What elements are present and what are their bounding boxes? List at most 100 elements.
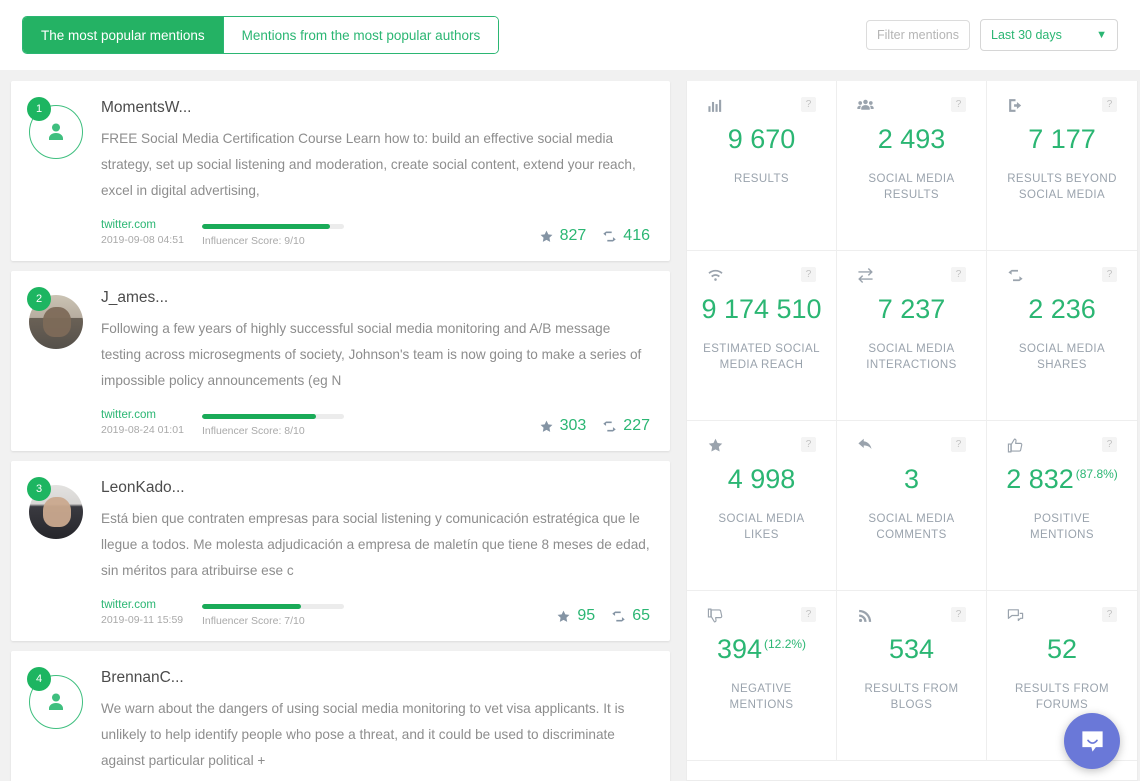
mentions-list: 1 MomentsW... FREE Social Media Certificat… (11, 81, 670, 781)
help-tooltip-button[interactable]: ? (801, 267, 816, 282)
metric-tile: ? 4 998 SOCIAL MEDIA LIKES (687, 421, 837, 591)
rank-badge: 2 (27, 287, 51, 311)
top-toolbar: The most popular mentions Mentions from … (0, 0, 1140, 70)
influencer-score-label: Influencer Score: 8/10 (202, 425, 305, 437)
mention-author[interactable]: J_ames... (101, 289, 650, 307)
retweet-icon (603, 231, 617, 241)
influencer-score-label: Influencer Score: 9/10 (202, 235, 305, 247)
help-tooltip-button[interactable]: ? (951, 97, 966, 112)
mention-snippet: Está bien que contraten empresas para so… (101, 511, 650, 578)
source-domain-link[interactable]: twitter.com (101, 598, 193, 613)
metric-value: 4 998 (727, 464, 796, 494)
exchange-icon (857, 267, 874, 289)
mention-author[interactable]: BrennanC... (101, 669, 650, 687)
engagement-stats: 303 227 (539, 417, 650, 437)
source-domain-link[interactable]: twitter.com (101, 218, 193, 233)
help-tooltip-button[interactable]: ? (801, 437, 816, 452)
mention-date: 2019-09-11 15:59 (101, 614, 184, 626)
star-icon (540, 420, 553, 432)
help-tooltip-button[interactable]: ? (1102, 437, 1117, 452)
retweet-icon (1007, 267, 1024, 289)
date-range-select[interactable]: Last 30 days ▼ (980, 19, 1118, 51)
metric-label: RESULTS (734, 173, 789, 185)
rank-badge: 1 (27, 97, 51, 121)
influencer-score-label: Influencer Score: 7/10 (202, 615, 305, 627)
metric-label: RESULTS FROM BLOGS (864, 683, 959, 711)
mention-snippet: Following a few years of highly successf… (101, 321, 642, 388)
filter-mentions-input[interactable]: Filter mentions (866, 20, 970, 50)
mention-source: twitter.com 2019-09-11 15:59 (101, 598, 193, 627)
metric-tile: ? 7 177 RESULTS BEYOND SOCIAL MEDIA (987, 81, 1137, 251)
metric-label: SOCIAL MEDIA COMMENTS (868, 513, 955, 541)
help-tooltip-button[interactable]: ? (951, 437, 966, 452)
mention-card[interactable]: 2 J_ames... Following a few years of highl… (11, 271, 670, 451)
metric-value: 3 (903, 464, 920, 494)
help-tooltip-button[interactable]: ? (1102, 607, 1117, 622)
metric-label: POSITIVE MENTIONS (1030, 513, 1094, 541)
likes-count: 95 (577, 607, 596, 624)
mention-snippet: FREE Social Media Certification Course L… (101, 131, 636, 198)
group-icon (857, 97, 874, 119)
metric-percent: (12.2%) (764, 637, 807, 651)
influencer-score-bar (202, 224, 344, 229)
metric-value: 2 493 (877, 124, 946, 154)
likes-stat: 827 (539, 227, 586, 245)
mention-snippet: We warn about the dangers of using socia… (101, 701, 625, 768)
metric-tile: ? 534 RESULTS FROM BLOGS (837, 591, 987, 761)
avatar-wrap: 3 (27, 477, 85, 627)
mention-source: twitter.com 2019-08-24 01:01 (101, 408, 193, 437)
mention-body: MomentsW... FREE Social Media Certificati… (101, 99, 650, 247)
mention-author[interactable]: LeonKado... (101, 479, 650, 497)
influencer-score-bar (202, 414, 344, 419)
shares-count: 65 (632, 607, 650, 624)
source-domain-link[interactable]: twitter.com (101, 408, 193, 423)
metric-value: 52 (1046, 634, 1078, 664)
mention-card[interactable]: 3 LeonKado... Está bien que contraten empr… (11, 461, 670, 641)
avatar-wrap: 4 (27, 667, 85, 781)
metric-label: SOCIAL MEDIA INTERACTIONS (866, 343, 957, 371)
intercom-chat-button[interactable] (1064, 713, 1120, 769)
metric-value: 2 236 (1028, 294, 1096, 324)
tab-most-popular-mentions[interactable]: The most popular mentions (23, 17, 223, 53)
shares-count: 416 (623, 227, 650, 244)
metric-tile: ? 9 670 RESULTS (687, 81, 837, 251)
help-tooltip-button[interactable]: ? (801, 607, 816, 622)
person-icon (49, 693, 63, 710)
mention-footer: twitter.com 2019-09-08 04:51 Influencer Sc… (101, 218, 650, 247)
help-tooltip-button[interactable]: ? (1102, 267, 1117, 282)
help-tooltip-button[interactable]: ? (801, 97, 816, 112)
shares-stat: 416 (602, 227, 650, 245)
mention-author[interactable]: MomentsW... (101, 99, 650, 117)
tab-most-popular-authors[interactable]: Mentions from the most popular authors (222, 17, 499, 53)
star-icon (540, 230, 553, 242)
mention-footer: twitter.com 2019-08-24 01:01 Influencer Sc… (101, 408, 650, 437)
view-tabs: The most popular mentions Mentions from … (22, 16, 500, 54)
metric-tile: ? 2 493 SOCIAL MEDIA RESULTS (837, 81, 987, 251)
help-tooltip-button[interactable]: ? (951, 267, 966, 282)
metric-label: ESTIMATED SOCIAL MEDIA REACH (703, 343, 820, 371)
influencer-score: Influencer Score: 9/10 (202, 224, 352, 247)
metric-tile: ? 2 236 SOCIAL MEDIA SHARES (987, 251, 1137, 421)
star-icon (707, 437, 724, 459)
mention-body: J_ames... Following a few years of highly… (101, 289, 650, 437)
help-tooltip-button[interactable]: ? (1102, 97, 1117, 112)
tab-label: Mentions from the most popular authors (241, 27, 481, 43)
metric-value: 534 (888, 634, 935, 664)
mention-card[interactable]: 4 BrennanC... We warn about the dangers of… (11, 651, 670, 781)
shares-count: 227 (623, 417, 650, 434)
mention-date: 2019-09-08 04:51 (101, 234, 184, 246)
comments-icon (1007, 607, 1024, 629)
influencer-score-bar (202, 604, 344, 609)
likes-count: 303 (559, 417, 587, 434)
help-tooltip-button[interactable]: ? (951, 607, 966, 622)
metric-label: RESULTS BEYOND SOCIAL MEDIA (1007, 173, 1117, 201)
metric-label: SOCIAL MEDIA SHARES (1018, 343, 1106, 371)
mention-card[interactable]: 1 MomentsW... FREE Social Media Certificat… (11, 81, 670, 261)
metric-label: SOCIAL MEDIA LIKES (718, 513, 805, 541)
signal-icon (707, 267, 724, 289)
metric-value: 9 670 (727, 124, 796, 154)
bar-chart-icon (707, 97, 724, 119)
star-icon (557, 610, 570, 622)
metric-tile: ? 3 SOCIAL MEDIA COMMENTS (837, 421, 987, 591)
shares-stat: 227 (602, 417, 650, 435)
